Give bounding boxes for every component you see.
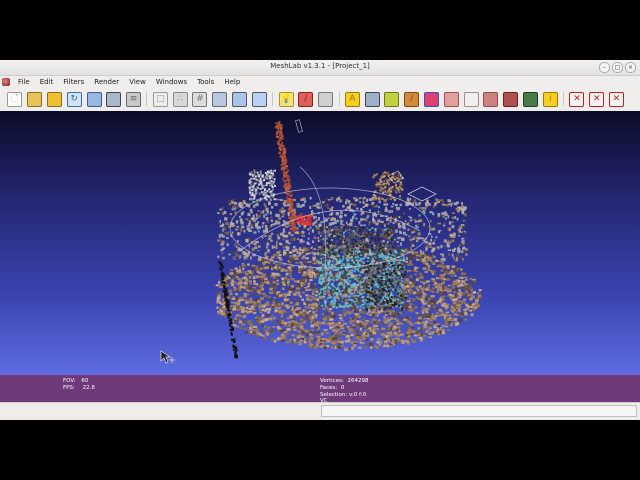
toolbar-separator xyxy=(272,92,274,106)
select-faces-icon[interactable] xyxy=(443,91,459,107)
flat-icon[interactable] xyxy=(231,91,247,107)
delete-selection-icon[interactable]: ✕ xyxy=(609,91,625,107)
cursor-icon xyxy=(160,350,175,364)
wireframe-icon[interactable]: # xyxy=(192,91,208,107)
save-icon[interactable] xyxy=(86,91,102,107)
faces-label: Faces: xyxy=(320,385,338,391)
bbox-icon[interactable]: □ xyxy=(152,91,168,107)
select-vertices-icon[interactable] xyxy=(463,91,479,107)
open-mesh-icon[interactable] xyxy=(46,91,62,107)
menu-bar: File Edit Filters Render View Windows To… xyxy=(0,75,640,88)
measure-icon[interactable] xyxy=(503,91,519,107)
3d-viewport[interactable] xyxy=(0,111,640,375)
align-icon[interactable] xyxy=(364,91,380,107)
menu-help[interactable]: Help xyxy=(219,78,245,86)
toolbar-separator xyxy=(338,92,340,106)
close-button[interactable]: × xyxy=(625,62,636,73)
layers-icon[interactable]: ≡ xyxy=(126,91,142,107)
fov-value: 60 xyxy=(81,378,89,384)
menu-file[interactable]: File xyxy=(13,78,35,86)
info-icon[interactable]: i xyxy=(542,91,558,107)
minimize-button[interactable]: – xyxy=(599,62,610,73)
vertices-label: Vertices: xyxy=(320,378,344,384)
backface-icon[interactable]: / xyxy=(298,91,314,107)
open-project-icon[interactable] xyxy=(27,91,43,107)
menu-render[interactable]: Render xyxy=(89,78,124,86)
manipulator-icon[interactable] xyxy=(483,91,499,107)
toolbar: 🗋 ↻ ≡ □ ∴ # 💡 / A / i ✕ ✕ ✕ xyxy=(0,88,640,110)
light-icon[interactable]: 💡 xyxy=(278,91,294,107)
point-cloud-render xyxy=(215,119,483,359)
reload-icon[interactable]: ↻ xyxy=(66,91,82,107)
menu-tools[interactable]: Tools xyxy=(192,78,219,86)
menu-view[interactable]: View xyxy=(124,78,151,86)
info-overlay: FOV: 60 FPS: 22.8 Vertices: 264298 Faces… xyxy=(0,375,640,404)
menu-windows[interactable]: Windows xyxy=(151,78,192,86)
points-icon[interactable]: ∴ xyxy=(172,91,188,107)
fov-label: FOV: xyxy=(63,378,76,384)
status-panel xyxy=(321,405,637,417)
paint-icon[interactable] xyxy=(384,91,400,107)
color-picker-icon[interactable] xyxy=(424,91,440,107)
toolbar-separator xyxy=(563,92,565,106)
meshlab-logo-icon xyxy=(2,77,10,86)
faces-value: 0 xyxy=(340,385,345,391)
meshlab-window: MeshLab v1.3.1 - [Project_1] – □ × File … xyxy=(0,60,640,420)
fps-label: FPS: xyxy=(63,385,75,391)
window-title: MeshLab v1.3.1 - [Project_1] xyxy=(270,62,370,70)
annotation-icon[interactable]: A xyxy=(344,91,360,107)
delete-vertices-icon[interactable]: ✕ xyxy=(589,91,605,107)
qr-icon[interactable] xyxy=(522,91,538,107)
fps-value: 22.8 xyxy=(82,385,95,391)
menu-edit[interactable]: Edit xyxy=(35,78,59,86)
status-bar xyxy=(0,402,640,420)
snapshot-icon[interactable] xyxy=(106,91,122,107)
delete-faces-icon[interactable]: ✕ xyxy=(569,91,585,107)
smooth-icon[interactable] xyxy=(251,91,267,107)
menu-filters[interactable]: Filters xyxy=(58,78,89,86)
texture-icon[interactable] xyxy=(318,91,334,107)
maximize-button[interactable]: □ xyxy=(612,62,623,73)
new-project-icon[interactable]: 🗋 xyxy=(7,91,23,107)
brush-icon[interactable]: / xyxy=(404,91,420,107)
title-bar[interactable]: MeshLab v1.3.1 - [Project_1] – □ × xyxy=(0,60,640,76)
toolbar-separator xyxy=(146,92,148,106)
vertices-value: 264298 xyxy=(347,378,369,384)
flat-lines-icon[interactable] xyxy=(212,91,228,107)
